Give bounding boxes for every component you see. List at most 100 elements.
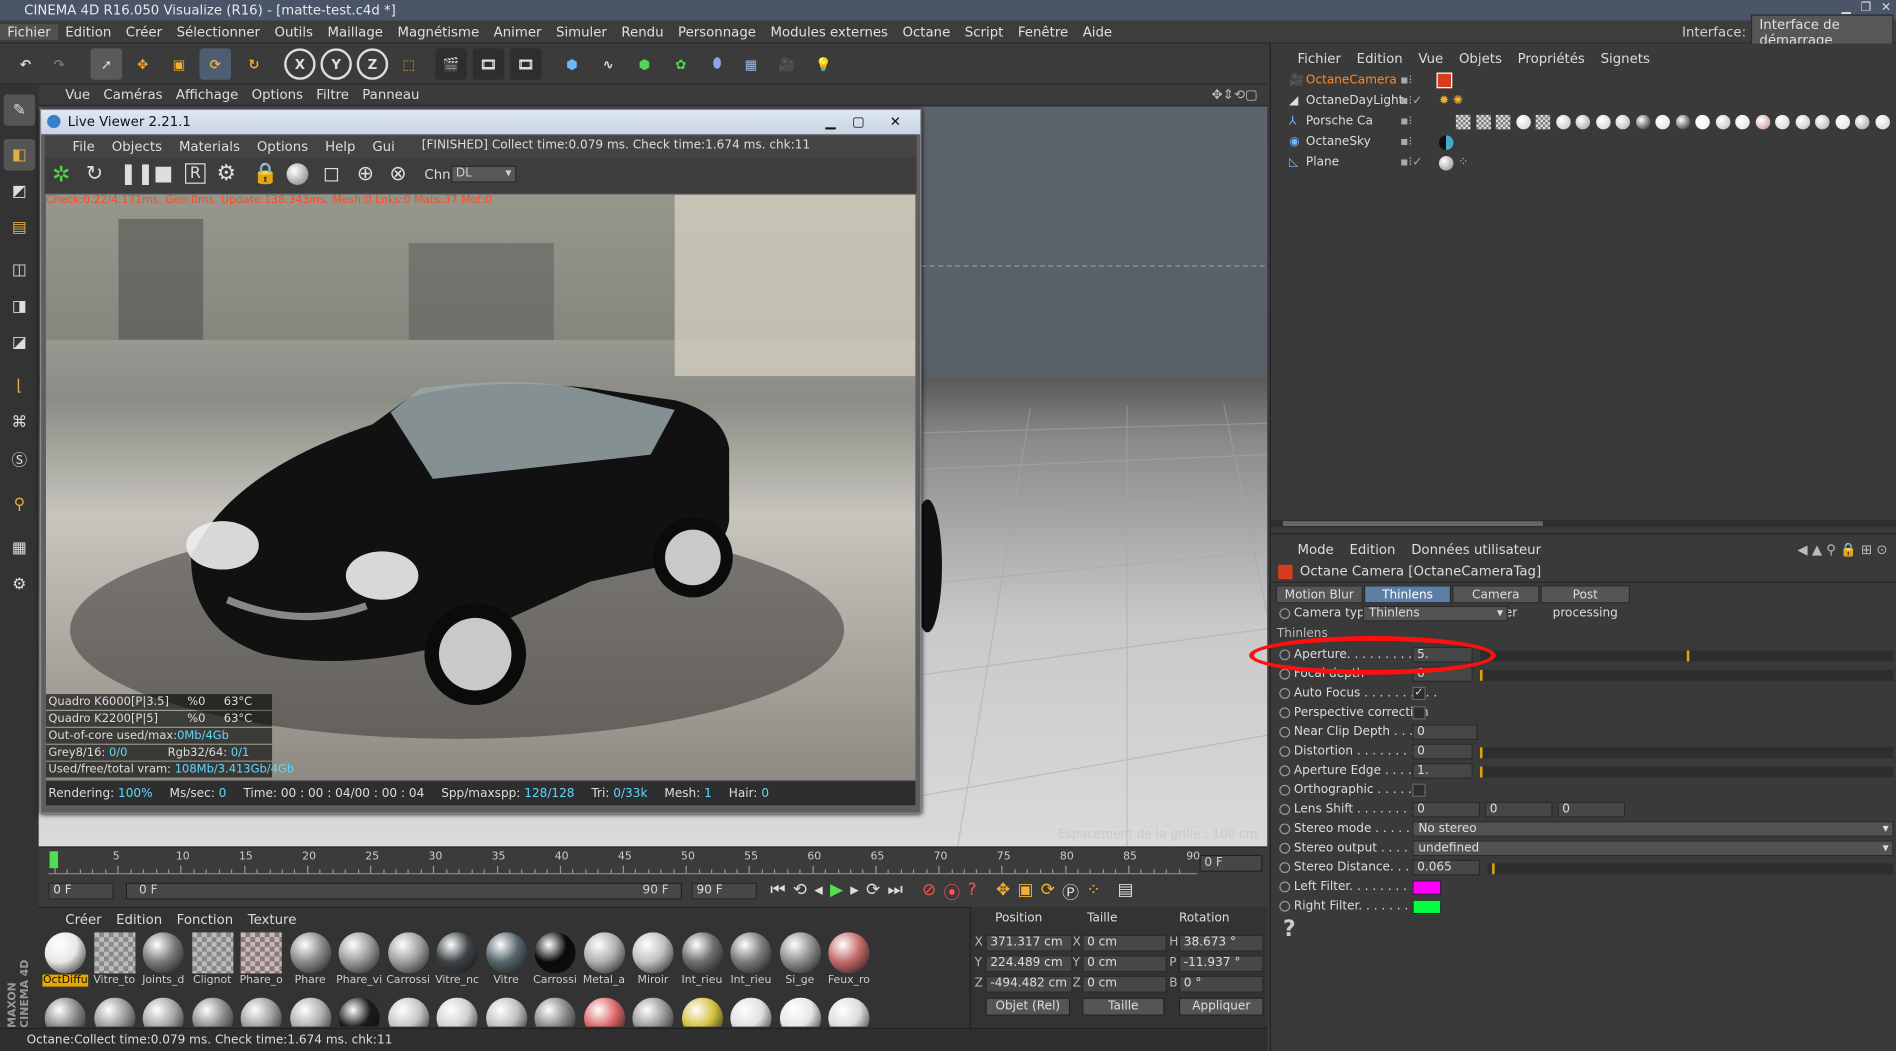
- material-tag-icon[interactable]: [1834, 114, 1850, 130]
- visibility-toggle-icon[interactable]: ▪⁝: [1400, 112, 1412, 131]
- object-row-octanedaylight[interactable]: ◢ OctaneDayLight ▪⁝✓ ✹ ✺: [1277, 92, 1894, 111]
- frame-range-slider[interactable]: 0 F 90 F: [125, 882, 682, 900]
- coordinate-mode-select[interactable]: Objet (Rel): [985, 997, 1071, 1016]
- material-item[interactable]: [434, 997, 480, 1027]
- viewport-nav-icon[interactable]: ✥⇕⟲▢: [1212, 87, 1258, 103]
- light-icon[interactable]: 💡: [808, 48, 839, 79]
- send-scene-icon[interactable]: ✲: [52, 162, 70, 187]
- slider-thumb[interactable]: [1492, 863, 1495, 875]
- menu-rendu[interactable]: Rendu: [614, 24, 671, 40]
- distortion-field[interactable]: 0: [1412, 743, 1473, 760]
- animate-dot-icon[interactable]: [1279, 784, 1291, 796]
- goto-start-icon[interactable]: ⏮: [770, 880, 785, 904]
- lv-menu-help[interactable]: Help: [325, 138, 355, 154]
- material-item[interactable]: Int_rieu: [679, 932, 725, 987]
- viewport-menu-affichage[interactable]: Affichage: [176, 87, 238, 103]
- object-row-porsche[interactable]: ⅄ Porsche Ca ▪⁝: [1277, 112, 1894, 131]
- autokey-icon[interactable]: ⦿: [943, 880, 960, 904]
- material-tag-icon[interactable]: [1655, 114, 1670, 130]
- lv-menu-objects[interactable]: Objects: [112, 138, 162, 154]
- key-position-icon[interactable]: ✥: [996, 880, 1010, 904]
- size-x-field[interactable]: 0 cm: [1082, 934, 1167, 952]
- snap-icon[interactable]: ⚲: [4, 489, 35, 520]
- apply-button[interactable]: Appliquer: [1178, 997, 1264, 1016]
- aperture-edge-slider[interactable]: [1480, 766, 1894, 778]
- recent-tools-icon[interactable]: ↻: [238, 48, 269, 79]
- material-tag-icon[interactable]: [1438, 155, 1454, 171]
- lv-menu-materials[interactable]: Materials: [179, 138, 240, 154]
- obj-menu-fichier[interactable]: Fichier: [1297, 50, 1340, 66]
- material-item[interactable]: Clignot: [189, 932, 235, 987]
- material-item[interactable]: Metal_a: [581, 932, 627, 987]
- material-tag-icon[interactable]: [1455, 114, 1471, 130]
- tab-thinlens[interactable]: Thinlens: [1363, 585, 1452, 604]
- attr-menu-donnees[interactable]: Données utilisateur: [1411, 541, 1541, 557]
- material-tags-strip[interactable]: [1455, 112, 1891, 131]
- lv-maximize-icon[interactable]: ▢: [852, 110, 865, 134]
- obj-menu-signets[interactable]: Signets: [1601, 50, 1650, 66]
- pick-material-icon[interactable]: ⊗: [389, 162, 406, 186]
- menu-maillage[interactable]: Maillage: [320, 24, 390, 40]
- tab-post-processing[interactable]: Post processing: [1540, 585, 1631, 620]
- material-tag-icon[interactable]: [1495, 114, 1511, 130]
- settings-gear-icon[interactable]: ⚙: [216, 161, 236, 186]
- edges-mode-icon[interactable]: ◨: [4, 290, 35, 321]
- solo-icon[interactable]: Ⓢ: [4, 443, 35, 474]
- material-tag-icon[interactable]: [1675, 114, 1690, 130]
- material-tag-icon[interactable]: [1475, 114, 1491, 130]
- distortion-slider[interactable]: [1480, 747, 1894, 759]
- timeline-playhead[interactable]: [49, 851, 59, 869]
- scale-tool-icon[interactable]: ▣: [163, 48, 194, 79]
- mat-menu-creer[interactable]: Créer: [65, 911, 101, 927]
- visibility-toggle-icon[interactable]: ▪⁝: [1400, 133, 1412, 152]
- material-tag-icon[interactable]: [1854, 114, 1870, 130]
- render-picture-viewer-icon[interactable]: 🎞: [472, 48, 505, 80]
- perspective-checkbox[interactable]: [1412, 706, 1426, 720]
- size-y-field[interactable]: 0 cm: [1082, 955, 1167, 973]
- floor-icon[interactable]: ▦: [735, 48, 766, 79]
- material-preview-icon[interactable]: [286, 163, 309, 186]
- animate-dot-icon[interactable]: [1279, 746, 1291, 757]
- maximize-icon[interactable]: ❐: [1861, 1, 1872, 14]
- material-tag-icon[interactable]: [1555, 114, 1571, 130]
- size-z-field[interactable]: 0 cm: [1082, 975, 1167, 993]
- menu-animer[interactable]: Animer: [486, 24, 548, 40]
- slider-thumb[interactable]: [1480, 669, 1483, 681]
- lv-menu-file[interactable]: File: [73, 138, 95, 154]
- mat-menu-texture[interactable]: Texture: [248, 911, 297, 927]
- menu-personnage[interactable]: Personnage: [671, 24, 763, 40]
- object-row-octanesky[interactable]: ◉ OctaneSky ▪⁝: [1277, 133, 1894, 152]
- animate-dot-icon[interactable]: [1279, 842, 1291, 854]
- material-item[interactable]: [238, 997, 284, 1027]
- near-clip-field[interactable]: 0: [1412, 724, 1478, 741]
- material-item[interactable]: [679, 997, 725, 1027]
- coordinate-system-icon[interactable]: ⬚: [393, 48, 424, 79]
- help-icon[interactable]: ?: [1283, 917, 1296, 942]
- material-item[interactable]: [42, 997, 88, 1027]
- animate-dot-icon[interactable]: [1279, 688, 1291, 699]
- tab-motion-blur[interactable]: Motion Blur: [1275, 585, 1363, 604]
- material-item[interactable]: Phare_o: [238, 932, 284, 987]
- render-view-icon[interactable]: 🎬: [435, 48, 467, 80]
- menu-modules-externes[interactable]: Modules externes: [763, 24, 895, 40]
- obj-menu-vue[interactable]: Vue: [1418, 50, 1443, 66]
- material-item[interactable]: [630, 997, 676, 1027]
- material-item[interactable]: OctDiffu: [42, 932, 89, 987]
- right-filter-color-swatch[interactable]: [1412, 899, 1442, 915]
- goto-end-icon[interactable]: ⏭: [887, 880, 902, 904]
- material-tag-icon[interactable]: [1615, 114, 1631, 130]
- channel-select[interactable]: DL ▾: [451, 165, 517, 183]
- camera-type-select[interactable]: Thinlens ▾: [1362, 605, 1508, 622]
- start-frame-field[interactable]: 0 F: [48, 882, 114, 900]
- key-pla-icon[interactable]: ⁘: [1086, 880, 1100, 904]
- animate-dot-icon[interactable]: [1279, 668, 1291, 680]
- animate-dot-icon[interactable]: [1279, 765, 1291, 777]
- tab-camera-imager[interactable]: Camera Imager: [1452, 585, 1540, 620]
- material-item[interactable]: [91, 997, 137, 1027]
- y-axis-icon[interactable]: Y: [320, 48, 352, 80]
- slider-thumb[interactable]: [1686, 650, 1690, 662]
- key-rotation-icon[interactable]: ⟳: [1041, 880, 1055, 904]
- animate-dot-icon[interactable]: [1279, 608, 1291, 620]
- material-item[interactable]: Int_rieu: [728, 932, 774, 987]
- redo-icon[interactable]: ↷: [44, 48, 75, 79]
